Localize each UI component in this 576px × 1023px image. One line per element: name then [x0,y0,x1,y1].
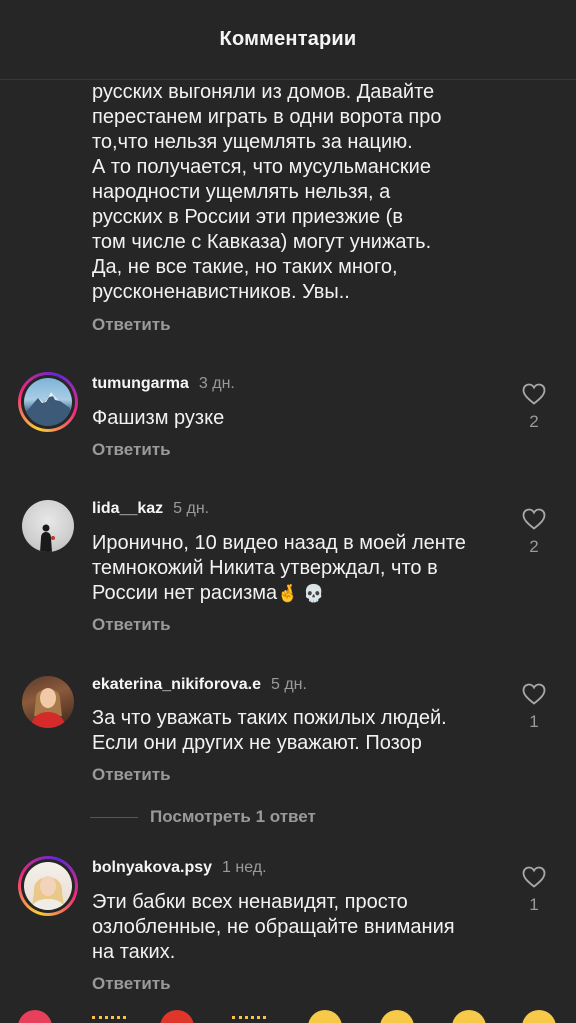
username[interactable]: bolnyakova.psy [92,859,212,876]
crying-laugh-emoji[interactable] [308,1010,342,1023]
avatar[interactable] [22,500,74,552]
like-count: 2 [529,412,539,431]
divider [90,816,138,818]
avatar[interactable] [18,372,78,432]
avatar[interactable] [22,676,74,728]
heart-icon [522,383,546,405]
emoji-text: 🤞 💀 [277,584,325,603]
comment-meta: tumungarma 3 дн. [92,375,235,393]
laugh-emoji[interactable] [452,1010,486,1023]
heart-icon [522,683,546,705]
page-title: Комментарии [219,28,357,50]
comment-meta: bolnyakova.psy 1 нед. [92,859,267,877]
view-replies-button[interactable]: Посмотреть 1 ответ [90,806,316,828]
like-count: 1 [529,712,539,731]
reaction-bar [0,1010,576,1023]
comment-text: За что уважать таких пожилых людей. Если… [92,707,447,754]
fire-emoji[interactable] [160,1010,194,1023]
like-count: 2 [529,537,539,556]
heart-eyes-emoji[interactable] [18,1010,52,1023]
grin-emoji[interactable] [522,1010,556,1023]
heart-icon [522,866,546,888]
raised-hands-emoji[interactable] [232,1016,266,1022]
heart-icon [522,508,546,530]
comment-text: Эти бабки всех ненавидят, просто озлобле… [92,891,455,963]
like-button[interactable]: 1 [520,866,548,915]
wow-emoji[interactable] [380,1010,414,1023]
avatar[interactable] [18,856,78,916]
reply-button[interactable]: Ответить [92,615,171,635]
reply-button[interactable]: Ответить [92,765,171,785]
comment-text: Иронично, 10 видео назад в моей ленте те… [92,532,466,604]
view-replies-label: Посмотреть 1 ответ [150,807,316,826]
comment-meta: lida__kaz 5 дн. [92,500,209,518]
comments-header: Комментарии [0,0,576,80]
timestamp: 5 дн. [270,676,307,693]
timestamp: 3 дн. [198,375,235,392]
reply-button[interactable]: Ответить [92,974,171,994]
like-button[interactable]: 2 [520,508,548,557]
clap-emoji[interactable] [92,1016,126,1022]
like-count: 1 [529,895,539,914]
comment-text-continued: русских выгоняли из домов. Давайте перес… [92,81,442,303]
comment-meta: ekaterina_nikiforova.e 5 дн. [92,676,307,694]
username[interactable]: lida__kaz [92,500,163,517]
timestamp: 1 нед. [222,859,267,876]
username[interactable]: ekaterina_nikiforova.e [92,676,261,693]
reply-button[interactable]: Ответить [92,315,171,335]
like-button[interactable]: 1 [520,683,548,732]
username[interactable]: tumungarma [92,375,189,392]
reply-button[interactable]: Ответить [92,440,171,460]
like-button[interactable]: 2 [520,383,548,432]
comment-text: Фашизм рузке [92,407,225,429]
timestamp: 5 дн. [173,500,210,517]
